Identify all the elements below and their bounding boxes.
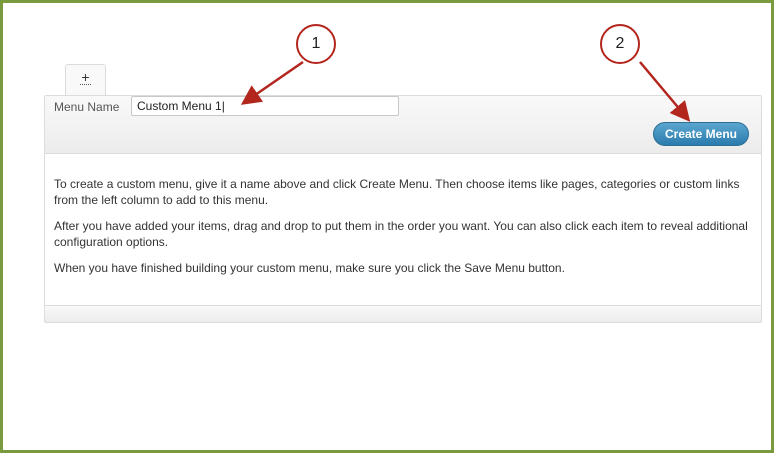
callout-2: 2	[600, 24, 640, 64]
callout-1: 1	[296, 24, 336, 64]
annotation-arrows	[240, 60, 691, 122]
arrow-1	[240, 60, 304, 105]
arrow-2	[639, 61, 691, 122]
